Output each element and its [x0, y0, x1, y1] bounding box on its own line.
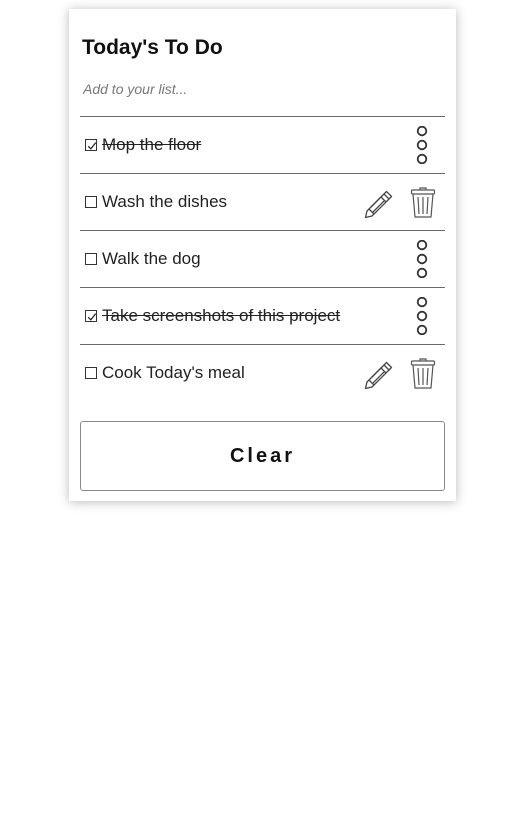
three-dots-vertical-icon[interactable] [415, 239, 429, 279]
add-item-input[interactable] [81, 78, 447, 100]
checkbox-checked-icon[interactable] [85, 310, 97, 322]
checkbox-unchecked-icon[interactable] [85, 367, 97, 379]
page-title: Today's To Do [82, 36, 223, 59]
todo-card: Today's To Do Mop the floor Wash the dis… [69, 9, 456, 501]
three-dots-vertical-icon[interactable] [415, 296, 429, 336]
pencil-icon[interactable] [362, 358, 394, 390]
todo-label: Wash the dishes [102, 192, 228, 211]
checkbox-unchecked-icon[interactable] [85, 253, 97, 265]
todo-label: Take screenshots of this project [102, 306, 341, 325]
trash-icon[interactable] [410, 358, 436, 390]
todo-label: Walk the dog [102, 249, 201, 268]
three-dots-vertical-icon[interactable] [415, 125, 429, 165]
todo-item: Walk the dog [80, 230, 445, 287]
todo-list: Mop the floor Wash the dishes Walk the d… [80, 116, 445, 401]
checkbox-checked-icon[interactable] [85, 139, 97, 151]
todo-item: Take screenshots of this project [80, 287, 445, 344]
todo-label: Mop the floor [102, 135, 202, 154]
todo-label: Cook Today's meal [102, 363, 245, 382]
todo-item: Cook Today's meal [80, 344, 445, 401]
pencil-icon[interactable] [362, 187, 394, 219]
trash-icon[interactable] [410, 187, 436, 219]
clear-button[interactable]: Clear [80, 421, 445, 491]
todo-item: Mop the floor [80, 116, 445, 173]
todo-item: Wash the dishes [80, 173, 445, 230]
checkbox-unchecked-icon[interactable] [85, 196, 97, 208]
